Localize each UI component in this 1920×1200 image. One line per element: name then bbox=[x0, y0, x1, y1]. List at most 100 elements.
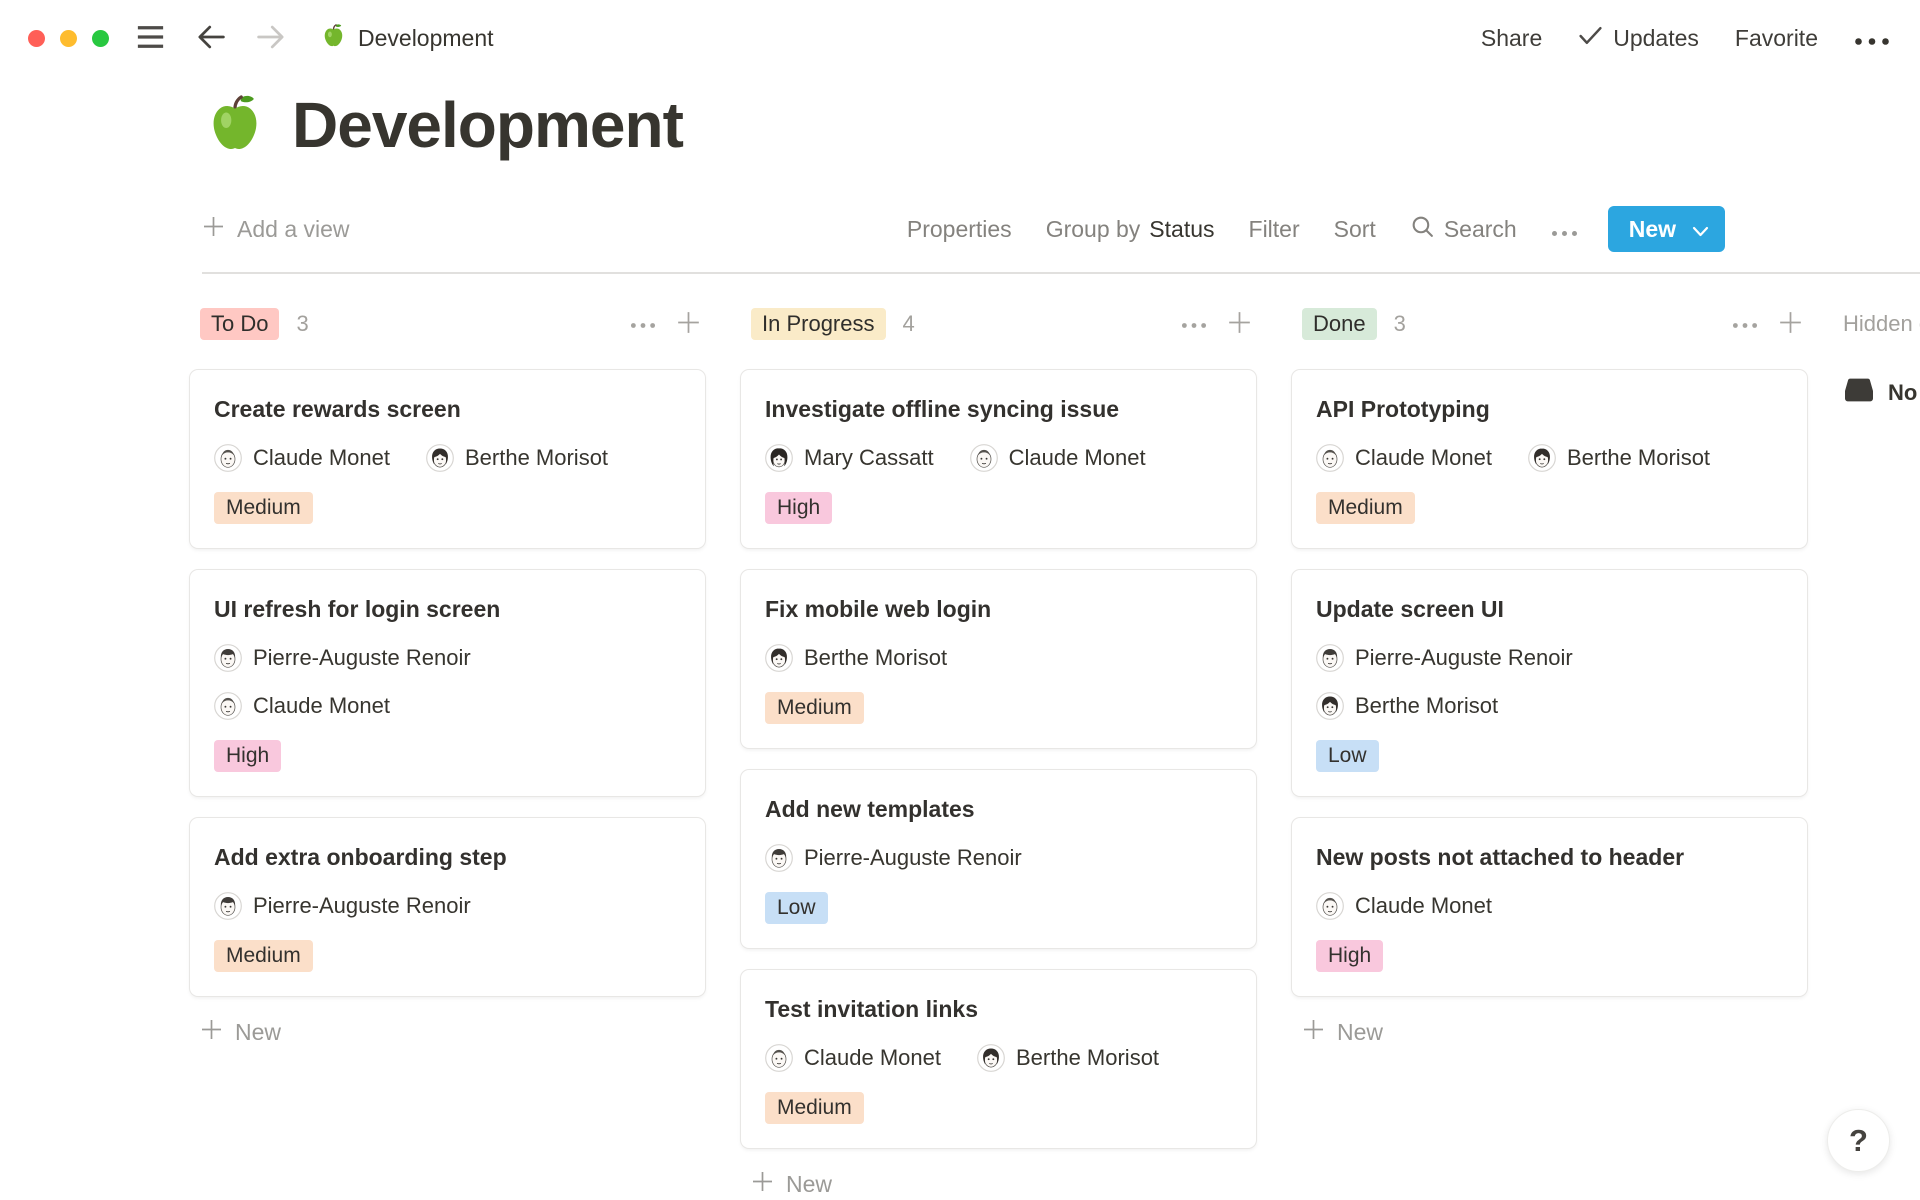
kanban-card[interactable]: Fix mobile web login Berthe Morisot Medi… bbox=[741, 570, 1256, 748]
close-window-button[interactable] bbox=[28, 30, 45, 47]
breadcrumb[interactable]: Development bbox=[320, 22, 494, 54]
avatar bbox=[214, 692, 242, 720]
check-icon bbox=[1578, 25, 1603, 52]
column-label-badge[interactable]: Done bbox=[1302, 308, 1377, 340]
inbox-icon bbox=[1843, 374, 1875, 412]
filter-button[interactable]: Filter bbox=[1249, 216, 1300, 243]
favorite-button[interactable]: Favorite bbox=[1735, 25, 1818, 52]
priority-badge: Medium bbox=[765, 1092, 864, 1124]
assignee-name: Pierre-Auguste Renoir bbox=[253, 645, 471, 671]
avatar bbox=[1316, 444, 1344, 472]
kanban-card[interactable]: New posts not attached to header Claude … bbox=[1292, 818, 1807, 996]
assignee-chip: Pierre-Auguste Renoir bbox=[214, 892, 471, 920]
assignee-chip: Berthe Morisot bbox=[1528, 444, 1710, 472]
avatar bbox=[1316, 692, 1344, 720]
column-add-card-button[interactable] bbox=[676, 310, 701, 338]
updates-button[interactable]: Updates bbox=[1578, 25, 1699, 52]
avatar bbox=[214, 644, 242, 672]
column-card-list: Create rewards screen Claude Monet Berth… bbox=[190, 370, 705, 996]
card-title: Fix mobile web login bbox=[765, 594, 1232, 624]
assignee-chip: Berthe Morisot bbox=[426, 444, 608, 472]
breadcrumb-title: Development bbox=[358, 25, 494, 52]
column-header: In Progress 4 bbox=[741, 304, 1256, 344]
assignee-name: Claude Monet bbox=[804, 1045, 941, 1071]
more-dots-icon bbox=[630, 317, 656, 332]
plus-icon bbox=[676, 310, 701, 338]
new-button[interactable]: New bbox=[1608, 206, 1725, 252]
avatar bbox=[765, 844, 793, 872]
card-assignees: Pierre-Auguste Renoir bbox=[214, 892, 681, 920]
toolbar-more-button[interactable] bbox=[1551, 216, 1578, 243]
page-title[interactable]: Development bbox=[292, 88, 683, 162]
forward-button[interactable] bbox=[256, 24, 286, 53]
column-new-button[interactable]: New bbox=[1292, 1018, 1383, 1047]
add-view-label: Add a view bbox=[237, 216, 350, 243]
minimize-window-button[interactable] bbox=[60, 30, 77, 47]
priority-badge: Low bbox=[765, 892, 828, 924]
column-new-button[interactable]: New bbox=[190, 1018, 281, 1047]
assignee-name: Pierre-Auguste Renoir bbox=[804, 845, 1022, 871]
column-label-badge[interactable]: To Do bbox=[200, 308, 279, 340]
assignee-chip: Berthe Morisot bbox=[977, 1044, 1159, 1072]
plus-icon bbox=[200, 1018, 223, 1047]
updates-label: Updates bbox=[1613, 25, 1699, 52]
column-add-card-button[interactable] bbox=[1227, 310, 1252, 338]
column-more-button[interactable] bbox=[1732, 317, 1758, 332]
card-title: Investigate offline syncing issue bbox=[765, 394, 1232, 424]
group-by-label: Group by bbox=[1046, 216, 1141, 243]
column-label-badge[interactable]: In Progress bbox=[751, 308, 886, 340]
column-more-button[interactable] bbox=[1181, 317, 1207, 332]
kanban-card[interactable]: UI refresh for login screen Pierre-Augus… bbox=[190, 570, 705, 796]
assignee-chip: Claude Monet bbox=[214, 692, 390, 720]
column-more-button[interactable] bbox=[630, 317, 656, 332]
properties-button[interactable]: Properties bbox=[907, 216, 1012, 243]
kanban-card[interactable]: Test invitation links Claude Monet Berth… bbox=[741, 970, 1256, 1148]
column-new-button[interactable]: New bbox=[741, 1170, 832, 1199]
plus-icon bbox=[751, 1170, 774, 1199]
assignee-chip: Pierre-Auguste Renoir bbox=[214, 644, 471, 672]
hidden-columns-label[interactable]: Hidden columns bbox=[1843, 304, 1920, 344]
hidden-group-no-status[interactable]: No Status bbox=[1843, 374, 1920, 412]
kanban-card[interactable]: Create rewards screen Claude Monet Berth… bbox=[190, 370, 705, 548]
group-by-button[interactable]: Group by Status bbox=[1046, 216, 1215, 243]
avatar bbox=[765, 1044, 793, 1072]
help-button[interactable]: ? bbox=[1827, 1109, 1890, 1172]
avatar bbox=[977, 1044, 1005, 1072]
avatar bbox=[426, 444, 454, 472]
topbar-more-button[interactable] bbox=[1854, 25, 1890, 52]
kanban-card[interactable]: API Prototyping Claude Monet Berthe Mori… bbox=[1292, 370, 1807, 548]
add-view-button[interactable]: Add a view bbox=[202, 215, 350, 244]
zoom-window-button[interactable] bbox=[92, 30, 109, 47]
column-count: 3 bbox=[296, 311, 308, 337]
kanban-card[interactable]: Add extra onboarding step Pierre-Auguste… bbox=[190, 818, 705, 996]
kanban-card[interactable]: Investigate offline syncing issue Mary C… bbox=[741, 370, 1256, 548]
hidden-group-label: No Status bbox=[1888, 380, 1920, 406]
card-assignees: Mary Cassatt Claude Monet bbox=[765, 444, 1232, 472]
filter-label: Filter bbox=[1249, 216, 1300, 243]
assignee-name: Berthe Morisot bbox=[1355, 693, 1498, 719]
column-add-card-button[interactable] bbox=[1778, 310, 1803, 338]
card-title: Update screen UI bbox=[1316, 594, 1783, 624]
properties-label: Properties bbox=[907, 216, 1012, 243]
avatar bbox=[765, 444, 793, 472]
more-dots-icon bbox=[1551, 216, 1578, 243]
kanban-card[interactable]: Add new templates Pierre-Auguste Renoir … bbox=[741, 770, 1256, 948]
priority-badge: Medium bbox=[214, 940, 313, 972]
share-button[interactable]: Share bbox=[1481, 25, 1542, 52]
board-column: To Do 3 Create rewards screen Claude Mon… bbox=[190, 304, 705, 1047]
card-assignees: Claude Monet Berthe Morisot bbox=[214, 444, 681, 472]
kanban-card[interactable]: Update screen UI Pierre-Auguste Renoir B… bbox=[1292, 570, 1807, 796]
more-dots-icon bbox=[1181, 317, 1207, 332]
search-button[interactable]: Search bbox=[1410, 214, 1517, 245]
assignee-name: Claude Monet bbox=[1355, 893, 1492, 919]
sort-button[interactable]: Sort bbox=[1334, 216, 1376, 243]
priority-badge: Medium bbox=[1316, 492, 1415, 524]
column-count: 3 bbox=[1394, 311, 1406, 337]
assignee-chip: Claude Monet bbox=[214, 444, 390, 472]
assignee-name: Pierre-Auguste Renoir bbox=[253, 893, 471, 919]
avatar bbox=[1316, 644, 1344, 672]
sidebar-menu-button[interactable] bbox=[135, 25, 166, 52]
card-title: Add new templates bbox=[765, 794, 1232, 824]
board-column: Done 3 API Prototyping Claude Monet bbox=[1292, 304, 1807, 1047]
back-button[interactable] bbox=[196, 24, 226, 53]
